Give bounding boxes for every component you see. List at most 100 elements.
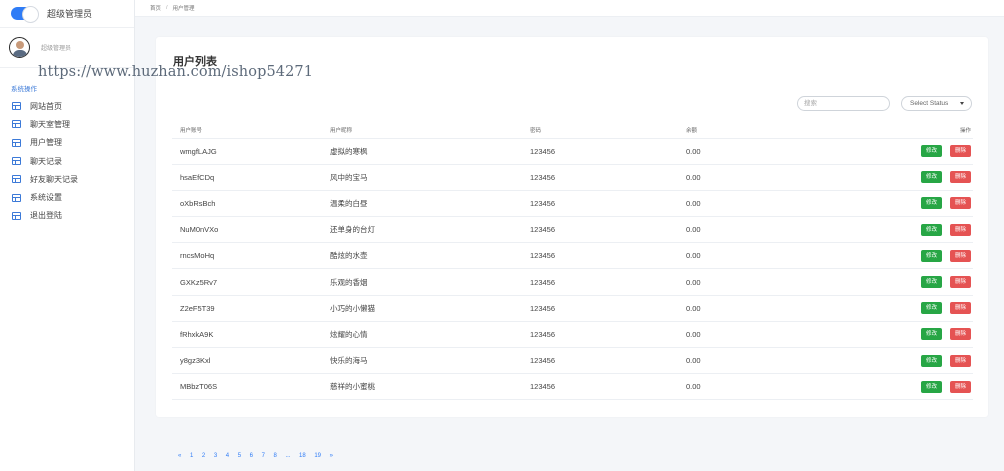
cell-nickname: 慈祥的小蜜桃 [330,373,530,401]
pagination: « 1 2 3 4 5 6 7 8 ... 18 19 » [178,453,342,459]
window-icon [12,211,21,220]
cell-account: GXKz5Rv7 [172,268,330,296]
sidebar-toggle[interactable] [11,6,39,23]
window-icon [12,193,21,202]
edit-button[interactable]: 修改 [920,145,942,158]
sidebar-item-label: 网站首页 [30,101,62,111]
page-link[interactable]: 5 [238,453,241,459]
edit-button[interactable]: 修改 [920,328,942,341]
nav-section-header: 系统操作 [11,86,37,93]
table-row: GXKz5Rv7 乐观的香烟 123456 0.00 修改 删除 [172,268,973,296]
delete-button[interactable]: 删除 [949,276,971,289]
delete-button[interactable]: 删除 [949,302,971,315]
status-select[interactable]: Select Status [901,96,972,111]
sidebar-nav: 网站首页 聊天室管理 用户管理 聊天记录 好友聊天记录 系统设置 退出登陆 [0,97,134,225]
page-title: 用户列表 [173,56,217,68]
breadcrumb-separator: / [166,5,168,11]
column-header-actions: 操作 [836,122,973,139]
edit-button[interactable]: 修改 [920,302,942,315]
edit-button[interactable]: 修改 [920,380,942,393]
page-link[interactable]: 8 [274,453,277,459]
caret-down-icon [960,102,964,105]
cell-account: MBbzT06S [172,373,330,401]
edit-button[interactable]: 修改 [920,171,942,184]
window-icon [12,175,21,184]
cell-account: fRhxkA9K [172,321,330,349]
cell-account: hsaEfCDq [172,164,330,191]
page-link[interactable]: 3 [214,453,217,459]
page-link[interactable]: 6 [250,453,253,459]
table-row: Z2eF5T39 小巧的小懒猫 123456 0.00 修改 删除 [172,295,973,322]
delete-button[interactable]: 删除 [949,197,971,210]
sidebar-item-logout[interactable]: 退出登陆 [0,207,134,225]
breadcrumb-home[interactable]: 首页 [150,4,161,12]
page-link[interactable]: 1 [190,453,193,459]
sidebar-item-friend-chat-logs[interactable]: 好友聊天记录 [0,170,134,188]
cell-account: rncsMoHq [172,242,330,270]
edit-button[interactable]: 修改 [920,197,942,210]
table-row: wmgfLAJG 虚拟的寒枫 123456 0.00 修改 删除 [172,138,973,165]
cell-password: 123456 [530,216,686,244]
sidebar-item-settings[interactable]: 系统设置 [0,188,134,206]
search-input[interactable] [797,96,890,111]
cell-actions: 修改 删除 [836,164,973,191]
window-icon [12,120,21,129]
sidebar-item-label: 好友聊天记录 [30,174,78,184]
delete-button[interactable]: 删除 [949,328,971,341]
sidebar-item-label: 退出登陆 [30,211,62,221]
cell-nickname: 虚拟的寒枫 [330,138,530,165]
cell-actions: 修改 删除 [836,138,973,165]
page-prev[interactable]: « [178,453,181,459]
user-panel: 超级管理员 [0,28,134,68]
cell-password: 123456 [530,295,686,322]
delete-button[interactable]: 删除 [949,223,971,236]
cell-account: NuM0nVXo [172,216,330,244]
delete-button[interactable]: 删除 [949,145,971,158]
edit-button[interactable]: 修改 [920,249,942,262]
cell-balance: 0.00 [686,164,836,191]
column-header-account: 用户账号 [172,122,330,139]
users-table: 用户账号 用户昵称 密码 余额 操作 wmgfLAJG 虚拟的寒枫 123456… [172,122,973,401]
edit-button[interactable]: 修改 [920,276,942,289]
cell-actions: 修改 删除 [836,373,973,401]
sidebar-item-chat-logs[interactable]: 聊天记录 [0,152,134,170]
page-link[interactable]: 19 [314,453,321,459]
page-link[interactable]: 2 [202,453,205,459]
cell-balance: 0.00 [686,295,836,322]
delete-button[interactable]: 删除 [949,249,971,262]
delete-button[interactable]: 删除 [949,354,971,367]
sidebar-item-label: 用户管理 [30,138,62,148]
page-next[interactable]: » [330,453,333,459]
avatar[interactable] [9,37,30,58]
sidebar-item-chatrooms[interactable]: 聊天室管理 [0,115,134,133]
cell-account: wmgfLAJG [172,138,330,165]
cell-balance: 0.00 [686,268,836,296]
cell-balance: 0.00 [686,373,836,401]
breadcrumb: 首页 / 用户管理 [135,0,1004,17]
cell-nickname: 还单身的台灯 [330,216,530,244]
delete-button[interactable]: 删除 [949,171,971,184]
cell-account: Z2eF5T39 [172,295,330,322]
window-icon [12,157,21,166]
table-header-row: 用户账号 用户昵称 密码 余额 操作 [172,122,973,139]
page-link[interactable]: 7 [262,453,265,459]
page-link[interactable]: 4 [226,453,229,459]
breadcrumb-current: 用户管理 [172,6,195,12]
page-link[interactable]: 18 [299,453,306,459]
cell-nickname: 快乐的海马 [330,347,530,375]
cell-password: 123456 [530,242,686,270]
edit-button[interactable]: 修改 [920,223,942,236]
table-row: MBbzT06S 慈祥的小蜜桃 123456 0.00 修改 删除 [172,373,973,401]
delete-button[interactable]: 删除 [949,380,971,393]
cell-account: y8gz3Kxl [172,347,330,375]
edit-button[interactable]: 修改 [920,354,942,367]
sidebar-item-label: 聊天记录 [30,156,62,166]
cell-balance: 0.00 [686,138,836,165]
cell-account: oXbRsBch [172,190,330,218]
cell-actions: 修改 删除 [836,268,973,296]
sidebar-item-users[interactable]: 用户管理 [0,134,134,152]
sidebar-item-home[interactable]: 网站首页 [0,97,134,115]
table-row: rncsMoHq 酷炫的水壶 123456 0.00 修改 删除 [172,242,973,270]
page-ellipsis: ... [285,453,291,459]
cell-actions: 修改 删除 [836,347,973,375]
